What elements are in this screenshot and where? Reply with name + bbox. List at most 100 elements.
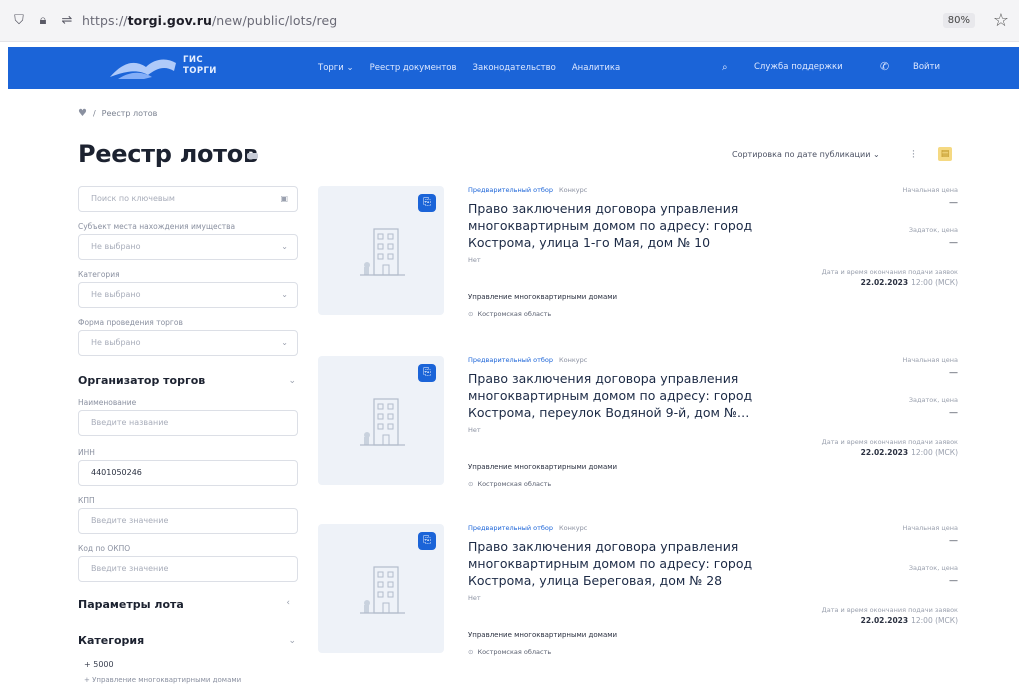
chevron-down-icon: ⌄ bbox=[281, 242, 288, 251]
browser-toolbar: ⛉ 🔒︎ ⇌ https://torgi.gov.ru/new/public/l… bbox=[0, 0, 1019, 42]
inn-input[interactable]: 4401050246 bbox=[78, 460, 298, 486]
lot-title[interactable]: Право заключения договора управления мно… bbox=[468, 370, 788, 421]
bookmark-star-icon[interactable]: ☆ bbox=[993, 10, 1009, 31]
code-input[interactable]: Введите значение bbox=[78, 556, 298, 582]
permissions-icon[interactable]: ⇌ bbox=[60, 13, 74, 28]
nav-documents[interactable]: Реестр документов bbox=[370, 63, 457, 73]
deposit-value: — bbox=[949, 408, 958, 418]
lot-params-title[interactable]: Параметры лота bbox=[78, 598, 184, 611]
deadline-label: Дата и время окончания подачи заявок bbox=[821, 606, 958, 614]
deadline-label: Дата и время окончания подачи заявок bbox=[821, 268, 958, 276]
export-icon[interactable]: ▤ bbox=[938, 147, 952, 161]
filter-icon[interactable]: ⫶ bbox=[912, 148, 915, 162]
kpp-label: КПП bbox=[78, 496, 95, 505]
lot-title[interactable]: Право заключения договора управления мно… bbox=[468, 200, 788, 251]
plus-icon: + bbox=[84, 676, 90, 684]
support-link[interactable]: Служба поддержки bbox=[754, 62, 843, 72]
main-nav: Торги ⌄ Реестр документов Законодательст… bbox=[318, 47, 620, 89]
building-icon bbox=[360, 228, 405, 276]
zoom-level-badge[interactable]: 80% bbox=[942, 13, 975, 28]
category-label: Категория bbox=[78, 270, 120, 279]
deadline-value: 22.02.2023 12:00 (МСК) bbox=[860, 616, 958, 625]
sort-dropdown[interactable]: Сортировка по дате публикации ⌄ bbox=[732, 150, 880, 159]
chevron-down-icon: ⌄ bbox=[281, 338, 288, 347]
category-sub-item[interactable]: + Управление многоквартирными домами bbox=[84, 676, 241, 684]
region-label: Субъект места нахождения имущества bbox=[78, 222, 236, 231]
favorite-badge-icon[interactable]: ⎘ bbox=[418, 532, 436, 550]
building-icon bbox=[360, 398, 405, 446]
location-pin-icon: ⊙ bbox=[468, 310, 474, 318]
deposit-value: — bbox=[949, 238, 958, 248]
form-select[interactable]: Не выбрано ⌄ bbox=[78, 330, 298, 356]
chevron-down-icon[interactable]: ⌄ bbox=[288, 376, 296, 386]
price-label: Начальная цена bbox=[902, 524, 958, 532]
lot-kind: Управление многоквартирными домами bbox=[468, 463, 618, 471]
breadcrumb-current: Реестр лотов bbox=[101, 109, 158, 118]
search-field-icon: ▣ bbox=[280, 194, 288, 203]
lot-tags: Предварительный отбор Конкурс bbox=[468, 356, 588, 364]
favorite-badge-icon[interactable]: ⎘ bbox=[418, 194, 436, 212]
lot-card[interactable]: ⎘ Предварительный отбор Конкурс Право зак… bbox=[318, 356, 968, 496]
category-item[interactable]: + 5000 bbox=[84, 660, 114, 669]
lot-kind: Управление многоквартирными домами bbox=[468, 293, 618, 301]
plus-icon: + bbox=[84, 660, 91, 669]
login-link[interactable]: Войти bbox=[913, 62, 940, 72]
nav-torgi[interactable]: Торги ⌄ bbox=[318, 63, 354, 73]
page-title: Реестр лотов bbox=[78, 140, 258, 168]
logo-text[interactable]: ГИС ТОРГИ bbox=[183, 55, 217, 77]
lot-tags: Предварительный отбор Конкурс bbox=[468, 524, 588, 532]
address-bar[interactable]: https://torgi.gov.ru/new/public/lots/reg bbox=[82, 13, 337, 28]
org-name-input[interactable]: Введите название bbox=[78, 410, 298, 436]
breadcrumb: ♥ / Реестр лотов bbox=[78, 108, 157, 119]
chevron-right-icon[interactable]: ‹ bbox=[286, 598, 290, 608]
organizer-section-title[interactable]: Организатор торгов bbox=[78, 374, 205, 387]
search-input[interactable]: Поиск по ключевым ▣ bbox=[78, 186, 298, 212]
chevron-down-icon[interactable]: ⌄ bbox=[288, 636, 296, 646]
kpp-input[interactable]: Введите значение bbox=[78, 508, 298, 534]
deadline-label: Дата и время окончания подачи заявок bbox=[821, 438, 958, 446]
price-label: Начальная цена bbox=[902, 186, 958, 194]
categories-title[interactable]: Категория bbox=[78, 634, 144, 647]
site-header: ГИС ТОРГИ Торги ⌄ Реестр документов Зако… bbox=[8, 47, 1019, 89]
shield-icon[interactable]: ⛉ bbox=[12, 13, 26, 28]
price-label: Начальная цена bbox=[902, 356, 958, 364]
lot-title[interactable]: Право заключения договора управления мно… bbox=[468, 538, 788, 589]
lot-subtitle: Нет bbox=[468, 426, 481, 434]
deadline-value: 22.02.2023 12:00 (МСК) bbox=[860, 278, 958, 287]
deposit-value: — bbox=[949, 576, 958, 586]
home-icon[interactable]: ♥ bbox=[78, 108, 87, 119]
deposit-label: Задаток, цена bbox=[908, 396, 958, 404]
gis-torgi-logo[interactable] bbox=[108, 53, 178, 83]
nav-legislation[interactable]: Законодательство bbox=[473, 63, 556, 73]
favorite-badge-icon[interactable]: ⎘ bbox=[418, 364, 436, 382]
nav-analytics[interactable]: Аналитика bbox=[572, 63, 620, 73]
price-value: — bbox=[949, 536, 958, 546]
lot-card[interactable]: ⎘ Предварительный отбор Конкурс Право зак… bbox=[318, 524, 968, 664]
category-select[interactable]: Не выбрано ⌄ bbox=[78, 282, 298, 308]
building-icon bbox=[360, 566, 405, 614]
lot-region: ⊙ Костромская область bbox=[468, 310, 552, 318]
org-name-label: Наименование bbox=[78, 398, 137, 407]
price-value: — bbox=[949, 198, 958, 208]
phone-icon[interactable]: ✆ bbox=[880, 60, 889, 73]
lot-card[interactable]: ⎘ Предварительный отбор Конкурс Право зак… bbox=[318, 186, 968, 326]
lot-kind: Управление многоквартирными домами bbox=[468, 631, 618, 639]
deposit-label: Задаток, цена bbox=[908, 226, 958, 234]
chevron-down-icon: ⌄ bbox=[281, 290, 288, 299]
price-value: — bbox=[949, 368, 958, 378]
code-label: Код по ОКПО bbox=[78, 544, 131, 553]
deposit-label: Задаток, цена bbox=[908, 564, 958, 572]
lot-region: ⊙ Костромская область bbox=[468, 648, 552, 656]
region-select[interactable]: Не выбрано ⌄ bbox=[78, 234, 298, 260]
breadcrumb-separator: / bbox=[92, 109, 96, 118]
location-pin-icon: ⊙ bbox=[468, 480, 474, 488]
info-icon[interactable] bbox=[247, 153, 258, 159]
search-icon[interactable]: ⌕ bbox=[722, 62, 728, 73]
deadline-value: 22.02.2023 12:00 (МСК) bbox=[860, 448, 958, 457]
lock-icon[interactable]: 🔒︎ bbox=[36, 13, 50, 28]
lot-subtitle: Нет bbox=[468, 256, 481, 264]
lot-region: ⊙ Костромская область bbox=[468, 480, 552, 488]
inn-label: ИНН bbox=[78, 448, 95, 457]
location-pin-icon: ⊙ bbox=[468, 648, 474, 656]
lot-tags: Предварительный отбор Конкурс bbox=[468, 186, 588, 194]
